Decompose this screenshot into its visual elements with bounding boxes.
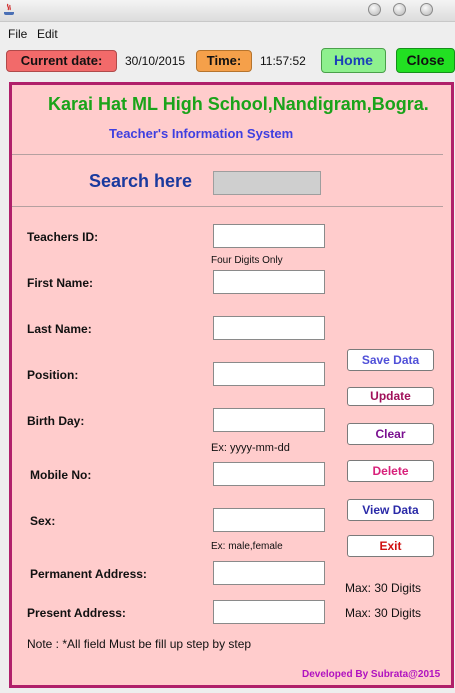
window-close-button[interactable]: [420, 3, 433, 16]
sex-hint: Ex: male,female: [211, 541, 283, 552]
time-label: Time:: [196, 50, 252, 72]
system-subtitle: Teacher's Information System: [109, 126, 294, 141]
permanent-address-field[interactable]: [213, 561, 325, 585]
sex-label: Sex:: [30, 514, 56, 528]
mobile-field[interactable]: [213, 462, 325, 486]
clear-button[interactable]: Clear: [347, 423, 434, 445]
position-field[interactable]: [213, 362, 325, 386]
view-data-button[interactable]: View Data: [347, 499, 434, 521]
mobile-label: Mobile No:: [30, 468, 92, 482]
search-input[interactable]: [213, 171, 321, 195]
java-icon: [4, 3, 14, 15]
delete-button[interactable]: Delete: [347, 460, 434, 482]
birth-day-field[interactable]: [213, 408, 325, 432]
exit-button[interactable]: Exit: [347, 535, 434, 557]
menu-edit[interactable]: Edit: [37, 27, 58, 41]
teachers-id-hint: Four Digits Only: [211, 255, 283, 266]
app-window: File Edit Current date: 30/10/2015 Time:…: [0, 0, 455, 693]
footer-note: Note : *All field Must be fill up step b…: [27, 637, 252, 651]
maximize-button[interactable]: [393, 3, 406, 16]
update-button[interactable]: Update: [347, 387, 434, 406]
current-date-value: 30/10/2015: [125, 54, 186, 68]
birth-day-hint: Ex: yyyy-mm-dd: [211, 442, 290, 454]
divider: [12, 154, 443, 155]
close-button[interactable]: Close: [396, 48, 455, 73]
sex-field[interactable]: [213, 508, 325, 532]
title-bar: [0, 0, 455, 22]
menu-bar: File Edit: [0, 23, 455, 44]
position-label: Position:: [27, 368, 79, 382]
home-button[interactable]: Home: [321, 48, 386, 73]
birth-day-label: Birth Day:: [27, 414, 85, 428]
present-address-hint: Max: 30 Digits: [345, 606, 422, 620]
last-name-field[interactable]: [213, 316, 325, 340]
divider: [12, 206, 443, 207]
permanent-address-hint: Max: 30 Digits: [345, 581, 422, 595]
teacher-form-panel: Karai Hat ML High School,Nandigram,Bogra…: [9, 82, 454, 688]
first-name-field[interactable]: [213, 270, 325, 294]
present-address-field[interactable]: [213, 600, 325, 624]
search-label: Search here: [89, 171, 193, 191]
developer-credit: Developed By Subrata@2015: [302, 669, 441, 680]
last-name-label: Last Name:: [27, 322, 92, 336]
minimize-button[interactable]: [368, 3, 381, 16]
present-address-label: Present Address:: [27, 606, 126, 620]
permanent-address-label: Permanent Address:: [30, 567, 147, 581]
current-date-label: Current date:: [6, 50, 117, 72]
save-data-button[interactable]: Save Data: [347, 349, 434, 371]
first-name-label: First Name:: [27, 276, 94, 290]
teachers-id-label: Teachers ID:: [27, 230, 99, 244]
menu-file[interactable]: File: [8, 27, 27, 41]
time-value: 11:57:52: [260, 54, 306, 68]
teachers-id-field[interactable]: [213, 224, 325, 248]
school-title: Karai Hat ML High School,Nandigram,Bogra…: [48, 94, 429, 114]
